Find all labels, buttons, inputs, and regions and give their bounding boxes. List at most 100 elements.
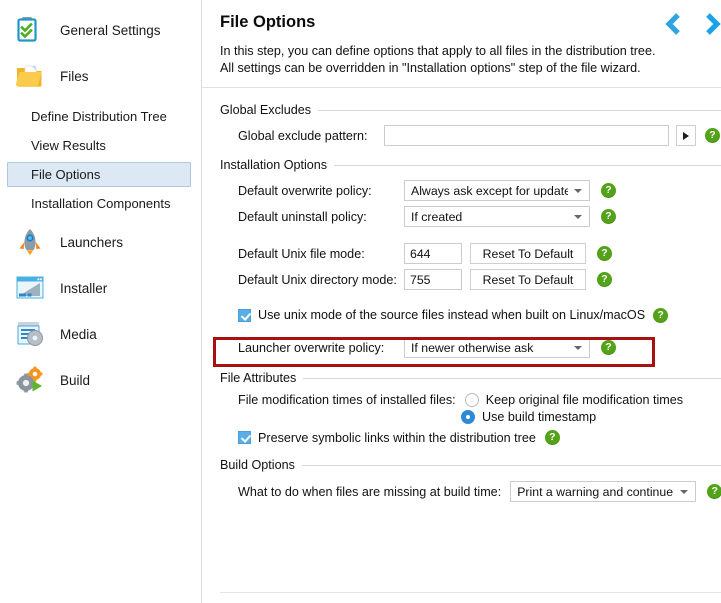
group-header-installation-options: Installation Options [220, 158, 721, 172]
row-global-exclude-pattern: Global exclude pattern: ? [238, 125, 721, 146]
sidebar-item-launchers[interactable]: Launchers [0, 220, 201, 264]
radio-use-build-timestamp[interactable] [461, 410, 475, 424]
row-preserve-symbolic-links: Preserve symbolic links within the distr… [238, 430, 721, 445]
group-divider [318, 109, 721, 111]
wizard-navigation [658, 9, 721, 39]
group-divider [303, 377, 721, 379]
launcher-overwrite-policy-select[interactable]: If newer otherwise ask [404, 337, 590, 358]
chevron-down-icon [680, 489, 689, 494]
row-launcher-overwrite-policy: Launcher overwrite policy: If newer othe… [238, 337, 721, 358]
previous-step-icon[interactable] [658, 9, 688, 39]
reset-unix-file-mode-button[interactable]: Reset To Default [470, 243, 586, 264]
preserve-symbolic-links-label: Preserve symbolic links within the distr… [258, 430, 536, 445]
row-use-build-timestamp: Use build timestamp [238, 410, 721, 424]
chevron-down-icon [574, 188, 582, 193]
main-panel: File Options In this step, you can defin… [202, 0, 721, 603]
window-icon [14, 272, 46, 304]
radio-keep-original-times[interactable] [464, 393, 479, 407]
help-icon-missing-files[interactable]: ? [707, 484, 721, 499]
page-header: File Options In this step, you can defin… [202, 0, 721, 88]
row-missing-files-action: What to do when files are missing at bui… [238, 481, 721, 502]
help-icon-launcher-overwrite-policy[interactable]: ? [601, 340, 616, 355]
sidebar-item-view-results[interactable]: View Results [7, 133, 191, 158]
sidebar-item-label: File Options [31, 167, 101, 182]
group-divider [301, 464, 721, 466]
folder-open-icon [14, 60, 46, 92]
page-description-line-1: In this step, you can define options tha… [220, 44, 656, 58]
sidebar-item-general-settings[interactable]: General Settings [0, 8, 201, 52]
default-unix-directory-mode-label: Default Unix directory mode: [238, 272, 397, 287]
use-unix-mode-label: Use unix mode of the source files instea… [258, 308, 646, 322]
sidebar-item-label: Installation Components [31, 196, 171, 211]
sidebar-item-label: General Settings [60, 22, 161, 38]
global-exclude-pattern-input[interactable] [384, 125, 669, 146]
help-icon-global-exclude-pattern[interactable]: ? [705, 128, 720, 143]
selected-value: If created [411, 209, 463, 224]
sidebar-item-label: Define Distribution Tree [31, 109, 167, 124]
default-overwrite-policy-select[interactable]: Always ask except for update [404, 180, 590, 201]
row-default-unix-file-mode: Default Unix file mode: Reset To Default… [238, 243, 721, 264]
default-unix-file-mode-input[interactable] [404, 243, 462, 264]
chevron-down-icon [574, 345, 582, 350]
default-unix-file-mode-label: Default Unix file mode: [238, 246, 365, 261]
help-icon-default-overwrite-policy[interactable]: ? [601, 183, 616, 198]
bottom-divider [220, 592, 721, 593]
radio-keep-original-times-label: Keep original file modification times [485, 393, 684, 407]
missing-files-label: What to do when files are missing at bui… [238, 484, 502, 499]
help-icon-default-unix-directory-mode[interactable]: ? [597, 272, 612, 287]
group-label: Installation Options [220, 158, 328, 172]
disc-icon [14, 318, 46, 350]
page-title: File Options [220, 13, 316, 31]
group-header-global-excludes: Global Excludes [220, 103, 721, 117]
radio-use-build-timestamp-label: Use build timestamp [482, 410, 597, 424]
row-default-uninstall-policy: Default uninstall policy: If created ? [238, 206, 721, 227]
row-default-overwrite-policy: Default overwrite policy: Always ask exc… [238, 180, 721, 201]
triangle-right-icon [683, 131, 689, 140]
group-divider [334, 164, 721, 166]
default-unix-directory-mode-input[interactable] [404, 269, 462, 290]
page-description-line-2: All settings can be overridden in "Insta… [220, 60, 641, 75]
selected-value: Print a warning and continue [517, 484, 674, 499]
default-uninstall-policy-label: Default uninstall policy: [238, 209, 367, 224]
sidebar-item-media[interactable]: Media [0, 312, 201, 356]
sidebar-item-label: Launchers [60, 234, 124, 250]
sidebar-item-label: Media [60, 326, 97, 342]
preserve-symbolic-links-checkbox[interactable] [238, 431, 251, 444]
sidebar-item-installer[interactable]: Installer [0, 266, 201, 310]
options-content: Global Excludes Global exclude pattern: … [202, 88, 721, 502]
help-icon-use-unix-mode[interactable]: ? [653, 307, 669, 323]
clipboard-check-icon [14, 14, 46, 46]
help-icon-default-uninstall-policy[interactable]: ? [601, 209, 616, 224]
selected-value: If newer otherwise ask [411, 340, 534, 355]
rocket-icon [14, 226, 46, 258]
row-default-unix-directory-mode: Default Unix directory mode: Reset To De… [238, 269, 721, 290]
group-label: Global Excludes [220, 103, 312, 117]
gears-play-icon [14, 364, 46, 396]
group-header-build-options: Build Options [220, 458, 721, 472]
reset-unix-directory-mode-button[interactable]: Reset To Default [470, 269, 586, 290]
chevron-down-icon [574, 214, 582, 219]
global-exclude-pattern-expand-button[interactable] [676, 125, 696, 146]
app-window: General Settings Files Define Distributi… [0, 0, 721, 603]
sidebar-navigation: General Settings Files Define Distributi… [0, 0, 202, 603]
help-icon-preserve-symbolic-links[interactable]: ? [544, 430, 560, 445]
default-overwrite-policy-label: Default overwrite policy: [238, 183, 372, 198]
sidebar-item-installation-components[interactable]: Installation Components [7, 191, 191, 216]
group-label: Build Options [220, 458, 295, 472]
sidebar-item-label: Files [60, 68, 89, 84]
sidebar-item-label: Installer [60, 280, 108, 296]
sidebar-item-define-distribution-tree[interactable]: Define Distribution Tree [7, 104, 191, 129]
help-icon-default-unix-file-mode[interactable]: ? [597, 246, 612, 261]
row-use-unix-mode: Use unix mode of the source files instea… [238, 304, 721, 326]
file-modification-times-label: File modification times of installed fil… [238, 393, 456, 407]
use-unix-mode-checkbox[interactable] [238, 308, 251, 322]
launcher-overwrite-policy-label: Launcher overwrite policy: [238, 340, 385, 355]
sidebar-item-build[interactable]: Build [0, 358, 201, 402]
sidebar-item-files[interactable]: Files [0, 54, 201, 98]
missing-files-select[interactable]: Print a warning and continue [510, 481, 697, 502]
next-step-icon[interactable] [698, 9, 721, 39]
sidebar-item-file-options[interactable]: File Options [7, 162, 191, 187]
default-uninstall-policy-select[interactable]: If created [404, 206, 590, 227]
group-label: File Attributes [220, 371, 297, 385]
sidebar-item-label: View Results [31, 138, 106, 153]
